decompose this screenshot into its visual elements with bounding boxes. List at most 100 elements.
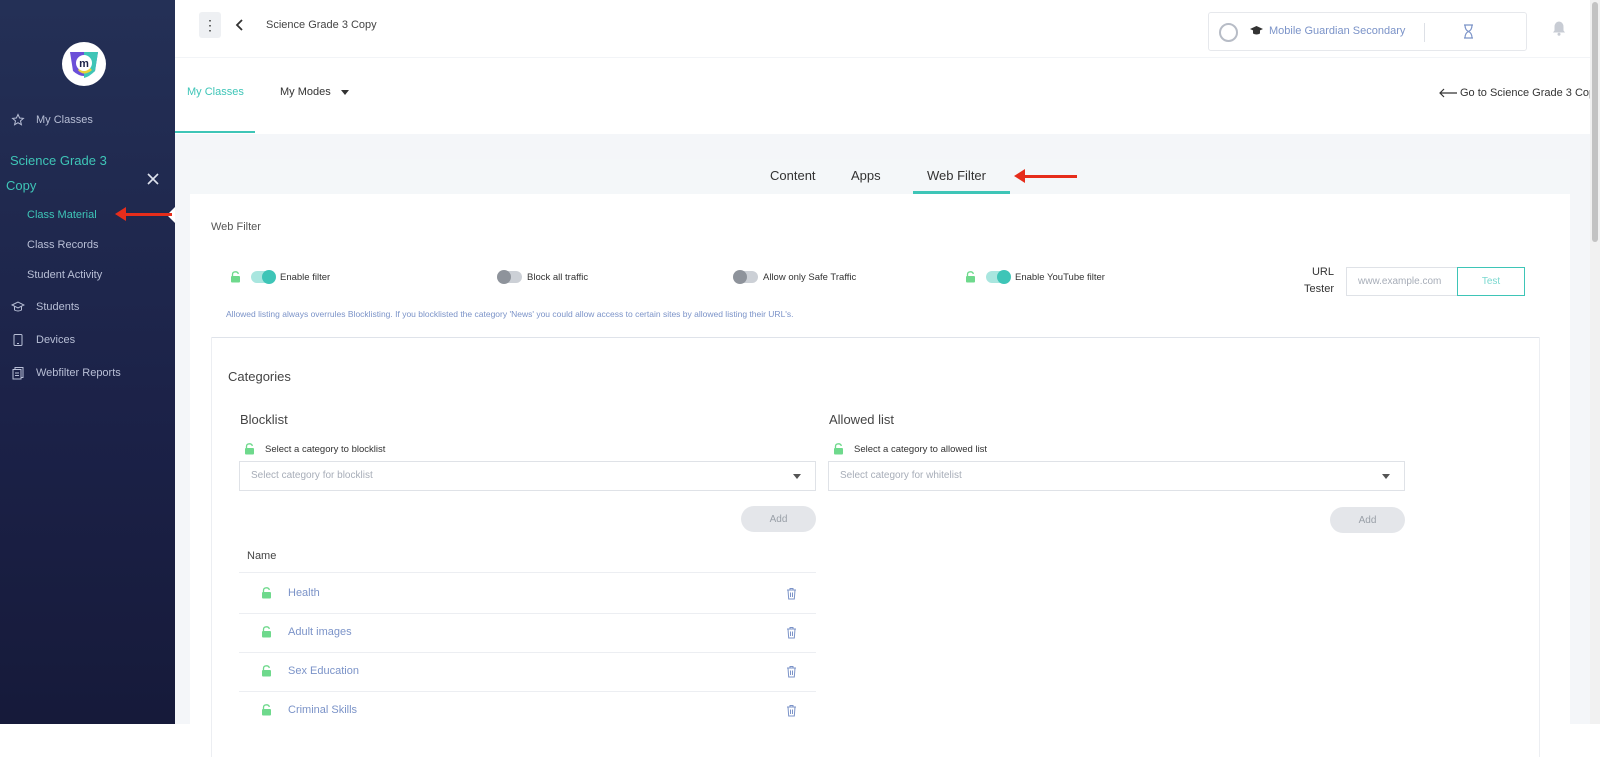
select-placeholder: Select category for blocklist (251, 470, 373, 481)
allowed-add-button[interactable]: Add (1330, 507, 1405, 533)
blocklist-add-button[interactable]: Add (741, 506, 816, 532)
select-label-text: Select a category to allowed list (854, 443, 988, 455)
toggle-youtube-filter: Enable YouTube filter (965, 270, 1105, 284)
caret-down-icon (340, 89, 349, 95)
unlock-icon[interactable] (261, 626, 272, 638)
tab-my-classes[interactable]: My Classes (187, 86, 244, 98)
hourglass-icon[interactable] (1462, 24, 1475, 39)
unlock-icon[interactable] (261, 704, 272, 716)
allowed-list-heading: Allowed list (829, 412, 895, 427)
tab-label: My Modes (280, 86, 331, 98)
safe-traffic-switch[interactable] (733, 270, 758, 284)
sidebar-item-label: Devices (36, 334, 76, 346)
category-name: Adult images (288, 626, 352, 638)
report-icon (12, 367, 24, 380)
select-label-text: Select a category to blocklist (265, 443, 386, 455)
trash-icon[interactable] (786, 626, 797, 639)
tab-web-filter[interactable]: Web Filter (927, 168, 986, 183)
svg-text:m: m (79, 58, 89, 70)
go-to-label: Go to Science Grade 3 Copy (1460, 87, 1600, 99)
sidebar-class-name: Science Grade 3 Copy (6, 148, 107, 198)
list-item: Criminal Skills (239, 691, 816, 729)
allowed-select-label: Select a category to allowed list (833, 443, 987, 455)
category-name: Sex Education (288, 665, 359, 677)
class-name-line2: Copy (6, 178, 37, 193)
annotation-arrow (1014, 169, 1077, 183)
categories-section: Categories Blocklist Select a category t… (211, 337, 1540, 757)
sidebar-item-label: Webfilter Reports (36, 367, 121, 379)
scrollbar-thumb[interactable] (1592, 2, 1598, 242)
page-scrollbar[interactable] (1590, 0, 1600, 724)
sidebar-item-label: My Classes (36, 114, 93, 126)
tab-content[interactable]: Content (770, 168, 816, 183)
graduation-cap-icon (1250, 26, 1263, 35)
sidebar-item-students[interactable]: Students (0, 293, 175, 321)
tab-apps[interactable]: Apps (851, 168, 881, 183)
school-name[interactable]: Mobile Guardian Secondary (1269, 25, 1405, 37)
url-tester-label-line1: URL (1311, 266, 1334, 278)
tab-my-modes[interactable]: My Modes (280, 86, 349, 98)
bell-icon[interactable] (1552, 20, 1566, 36)
user-school-box[interactable]: Mobile Guardian Secondary (1208, 12, 1527, 51)
class-name-line1: Science Grade 3 (10, 153, 107, 168)
graduation-cap-icon (11, 301, 25, 312)
toggle-label: Enable YouTube filter (1015, 271, 1105, 283)
unlock-icon[interactable] (261, 587, 272, 599)
mobile-guardian-logo[interactable]: m (62, 42, 106, 86)
youtube-filter-switch[interactable] (986, 270, 1011, 284)
url-tester-label-line2: Tester (1304, 283, 1334, 295)
toggle-block-all-traffic: Block all traffic (497, 270, 588, 284)
sidebar-subitem-class-material[interactable]: Class Material (27, 209, 97, 221)
blocklist-heading: Blocklist (240, 412, 288, 427)
trash-icon[interactable] (786, 587, 797, 600)
sidebar-item-my-classes[interactable]: My Classes (0, 106, 175, 134)
trash-icon[interactable] (786, 665, 797, 678)
allowed-list-note: Allowed listing always overrules Blockli… (226, 309, 794, 319)
sidebar-subitem-student-activity[interactable]: Student Activity (27, 269, 102, 281)
unlock-icon[interactable] (965, 271, 976, 283)
kebab-menu-icon[interactable]: ⋮ (199, 12, 221, 38)
toggle-enable-filter: Enable filter (230, 270, 331, 284)
category-name: Health (288, 587, 320, 599)
sidebar-item-webfilter-reports[interactable]: Webfilter Reports (0, 359, 175, 387)
sidebar-item-devices[interactable]: Devices (0, 326, 175, 354)
toggle-label: Enable filter (280, 271, 331, 283)
top-bar: ⋮ Science Grade 3 Copy Mobile Guardian S… (175, 0, 1600, 58)
blocklist-category-select[interactable]: Select category for blocklist (239, 461, 816, 491)
annotation-arrow (115, 207, 172, 221)
divider (1424, 23, 1425, 42)
unlock-icon[interactable] (833, 443, 844, 455)
chevron-left-icon[interactable] (235, 18, 245, 32)
name-column-header: Name (247, 550, 277, 562)
enable-filter-switch[interactable] (251, 270, 276, 284)
unlock-icon[interactable] (261, 665, 272, 677)
page-tabs: My Classes My Modes Go to Science Grade … (175, 58, 1600, 134)
toggle-label: Allow only Safe Traffic (763, 271, 857, 283)
close-icon[interactable] (146, 172, 160, 186)
sidebar-item-label: Students (36, 301, 80, 313)
trash-icon[interactable] (786, 704, 797, 717)
content-tabs: Content Apps Web Filter (190, 159, 1570, 194)
block-all-traffic-switch[interactable] (497, 270, 522, 284)
tab-underline (913, 191, 1010, 194)
unlock-icon[interactable] (230, 271, 241, 283)
list-item: Adult images (239, 613, 816, 651)
divider (239, 572, 816, 573)
unlock-icon[interactable] (244, 443, 255, 455)
content-area: Content Apps Web Filter Web Filter Enabl… (175, 134, 1600, 759)
breadcrumb: Science Grade 3 Copy (266, 19, 377, 31)
star-icon (11, 113, 25, 126)
test-button[interactable]: Test (1457, 267, 1525, 296)
sidebar-subitem-class-records[interactable]: Class Records (27, 239, 99, 251)
go-to-class-link[interactable]: Go to Science Grade 3 Copy (1438, 87, 1600, 99)
blocklist-select-label: Select a category to blocklist (244, 443, 385, 455)
list-item: Sex Education (239, 652, 816, 690)
section-title: Web Filter (211, 221, 261, 233)
toggle-safe-traffic: Allow only Safe Traffic (733, 270, 857, 284)
caret-down-icon (1382, 474, 1390, 479)
tablet-icon (13, 334, 23, 346)
allowed-category-select[interactable]: Select category for whitelist (828, 461, 1405, 491)
select-placeholder: Select category for whitelist (840, 470, 962, 481)
avatar[interactable] (1219, 23, 1238, 42)
url-tester-input[interactable] (1346, 267, 1457, 296)
